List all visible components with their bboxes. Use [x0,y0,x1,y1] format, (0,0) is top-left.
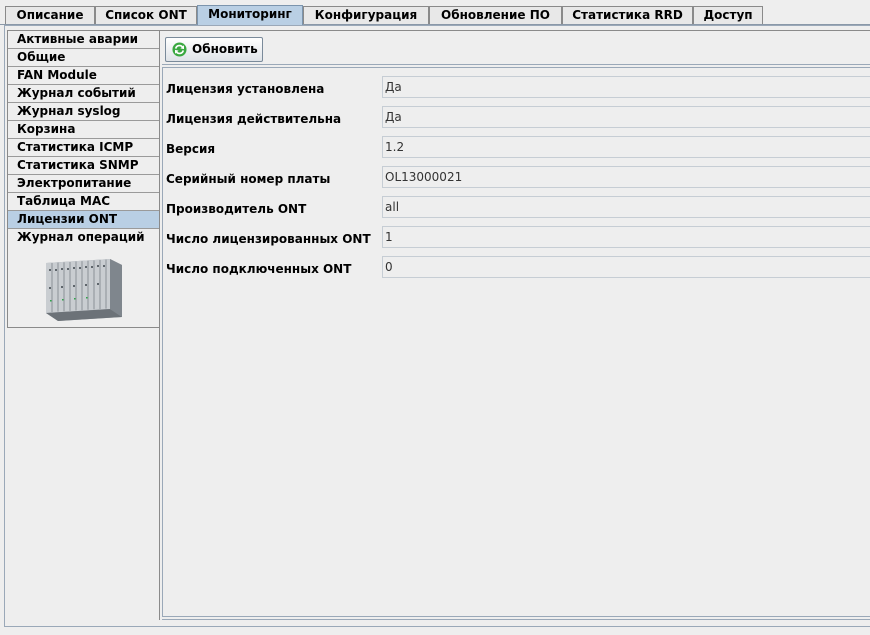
refresh-button[interactable]: Обновить [165,37,263,62]
licensed-ont-count-field: 1 [382,226,870,248]
sidebar-item-chassis[interactable]: Корзина [8,121,159,139]
sidebar-item-active-alarms[interactable]: Активные аварии [8,31,159,49]
tab-ont-list[interactable]: Список ONT [95,6,197,24]
tab-bar: Описание Список ONT Мониторинг Конфигура… [0,0,870,25]
sidebar-item-event-log[interactable]: Журнал событий [8,85,159,103]
sidebar-item-operations-log[interactable]: Журнал операций [8,229,159,247]
sidebar-item-power[interactable]: Электропитание [8,175,159,193]
tab-rrd-statistics[interactable]: Статистика RRD [562,6,693,24]
refresh-icon [172,42,187,57]
tab-firmware-update[interactable]: Обновление ПО [429,6,562,24]
refresh-button-label: Обновить [192,42,258,56]
version-field: 1.2 [382,136,870,158]
toolbar-separator [162,64,870,65]
board-serial-field: OL13000021 [382,166,870,188]
connected-ont-count-label: Число подключенных ONT [166,262,352,276]
board-serial-label: Серийный номер платы [166,172,331,186]
tab-monitoring[interactable]: Мониторинг [197,5,303,25]
panel-bottom-border [162,619,870,620]
license-valid-field: Да [382,106,870,128]
sidebar: Активные аварии Общие FAN Module Журнал … [7,30,160,328]
tab-access[interactable]: Доступ [693,6,763,24]
sidebar-item-fan-module[interactable]: FAN Module [8,67,159,85]
tab-configuration[interactable]: Конфигурация [303,6,429,24]
license-installed-field: Да [382,76,870,98]
connected-ont-count-field: 0 [382,256,870,278]
licensed-ont-count-label: Число лицензированных ONT [166,232,371,246]
olt-chassis-image [46,259,122,321]
version-label: Версия [166,142,216,156]
sidebar-item-general[interactable]: Общие [8,49,159,67]
sidebar-item-snmp-stats[interactable]: Статистика SNMP [8,157,159,175]
license-valid-label: Лицензия действительна [166,112,342,126]
sidebar-item-icmp-stats[interactable]: Статистика ICMP [8,139,159,157]
sidebar-item-mac-table[interactable]: Таблица MAC [8,193,159,211]
sidebar-item-ont-licenses[interactable]: Лицензии ONT [8,211,159,229]
ont-vendor-label: Производитель ONT [166,202,307,216]
ont-vendor-field: all [382,196,870,218]
tab-description[interactable]: Описание [5,6,95,24]
sidebar-item-syslog[interactable]: Журнал syslog [8,103,159,121]
license-installed-label: Лицензия установлена [166,82,325,96]
